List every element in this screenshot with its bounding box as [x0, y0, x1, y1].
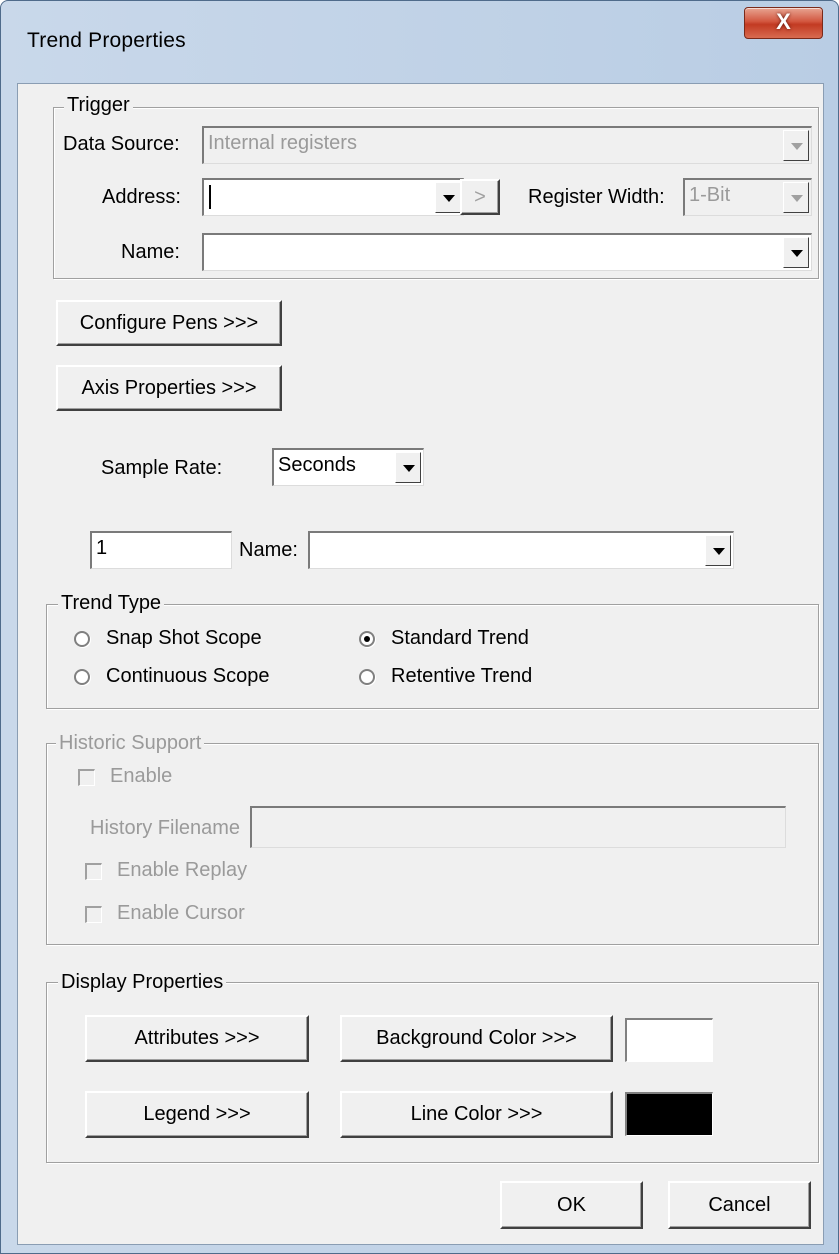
trend-type-group [46, 604, 819, 709]
sample-rate-input[interactable]: 1 [90, 531, 232, 569]
chevron-down-icon[interactable] [783, 237, 809, 268]
sample-name-combo[interactable] [308, 531, 734, 569]
trend-type-legend: Trend Type [58, 592, 165, 615]
register-width-value: 1-Bit [689, 184, 731, 206]
data-source-value: Internal registers [208, 132, 357, 154]
address-label: Address: [102, 186, 181, 208]
enable-replay-checkbox[interactable] [85, 863, 102, 880]
chevron-down-icon[interactable] [395, 452, 421, 483]
dialog-client-area: Trigger Data Source: Internal registers … [17, 83, 824, 1245]
enable-cursor-label: Enable Cursor [117, 902, 245, 924]
data-source-select[interactable]: Internal registers [202, 126, 812, 164]
close-button[interactable]: X [744, 7, 823, 39]
display-properties-legend: Display Properties [58, 971, 227, 994]
historic-support-legend: Historic Support [56, 732, 205, 755]
enable-history-checkbox[interactable] [78, 769, 95, 786]
line-color-swatch [625, 1092, 713, 1136]
trend-properties-dialog: Trend Properties X Trigger Data Source: … [0, 0, 839, 1254]
dialog-title: Trend Properties [27, 29, 186, 52]
sample-rate-value: 1 [96, 537, 108, 559]
chevron-down-icon[interactable] [783, 182, 809, 213]
axis-properties-button[interactable]: Axis Properties >>> [56, 365, 282, 411]
ok-button[interactable]: OK [500, 1181, 643, 1229]
trigger-legend: Trigger [64, 94, 133, 117]
title-bar[interactable]: Trend Properties X [1, 1, 839, 83]
history-filename-input[interactable] [250, 806, 786, 848]
chevron-down-icon[interactable] [435, 182, 461, 213]
enable-history-label: Enable [110, 765, 173, 787]
attributes-button[interactable]: Attributes >>> [85, 1015, 309, 1062]
register-width-label: Register Width: [528, 186, 665, 208]
sample-name-label: Name: [239, 539, 298, 561]
continuous-scope-radio[interactable] [74, 669, 90, 685]
continuous-scope-label[interactable]: Continuous Scope [106, 665, 269, 688]
enable-cursor-checkbox[interactable] [85, 906, 102, 923]
cancel-label: Cancel [708, 1194, 771, 1216]
configure-pens-button[interactable]: Configure Pens >>> [56, 300, 282, 346]
background-color-button[interactable]: Background Color >>> [340, 1015, 613, 1062]
data-source-label: Data Source: [63, 133, 180, 155]
enable-replay-label: Enable Replay [117, 859, 248, 881]
standard-trend-label[interactable]: Standard Trend [391, 627, 529, 650]
sample-rate-label: Sample Rate: [101, 457, 223, 479]
sample-rate-unit-select[interactable]: Seconds [272, 448, 424, 486]
snap-shot-scope-label[interactable]: Snap Shot Scope [106, 627, 262, 650]
cancel-button[interactable]: Cancel [668, 1181, 811, 1229]
history-filename-label: History Filename [90, 817, 241, 839]
background-color-swatch [625, 1018, 713, 1062]
axis-properties-label: Axis Properties >>> [81, 377, 257, 399]
trigger-name-combo[interactable] [202, 233, 812, 271]
background-color-label: Background Color >>> [376, 1027, 577, 1049]
close-icon: X [776, 9, 791, 34]
retentive-trend-label[interactable]: Retentive Trend [391, 665, 532, 688]
register-width-select[interactable]: 1-Bit [683, 178, 812, 216]
sample-rate-unit-value: Seconds [278, 454, 356, 476]
attributes-label: Attributes >>> [134, 1027, 260, 1049]
legend-button[interactable]: Legend >>> [85, 1091, 309, 1138]
chevron-down-icon[interactable] [705, 535, 731, 566]
address-combo[interactable] [202, 178, 464, 216]
retentive-trend-radio[interactable] [359, 669, 375, 685]
text-caret [209, 185, 211, 209]
line-color-label: Line Color >>> [410, 1103, 543, 1125]
legend-button-label: Legend >>> [143, 1103, 251, 1125]
chevron-down-icon[interactable] [783, 130, 809, 161]
arrow-right-icon: > [474, 186, 486, 208]
ok-label: OK [557, 1194, 586, 1216]
standard-trend-radio[interactable] [359, 631, 375, 647]
configure-pens-label: Configure Pens >>> [79, 312, 259, 334]
snap-shot-scope-radio[interactable] [74, 631, 90, 647]
address-browse-button[interactable]: > [460, 179, 500, 215]
line-color-button[interactable]: Line Color >>> [340, 1091, 613, 1138]
trigger-name-label: Name: [121, 241, 180, 263]
